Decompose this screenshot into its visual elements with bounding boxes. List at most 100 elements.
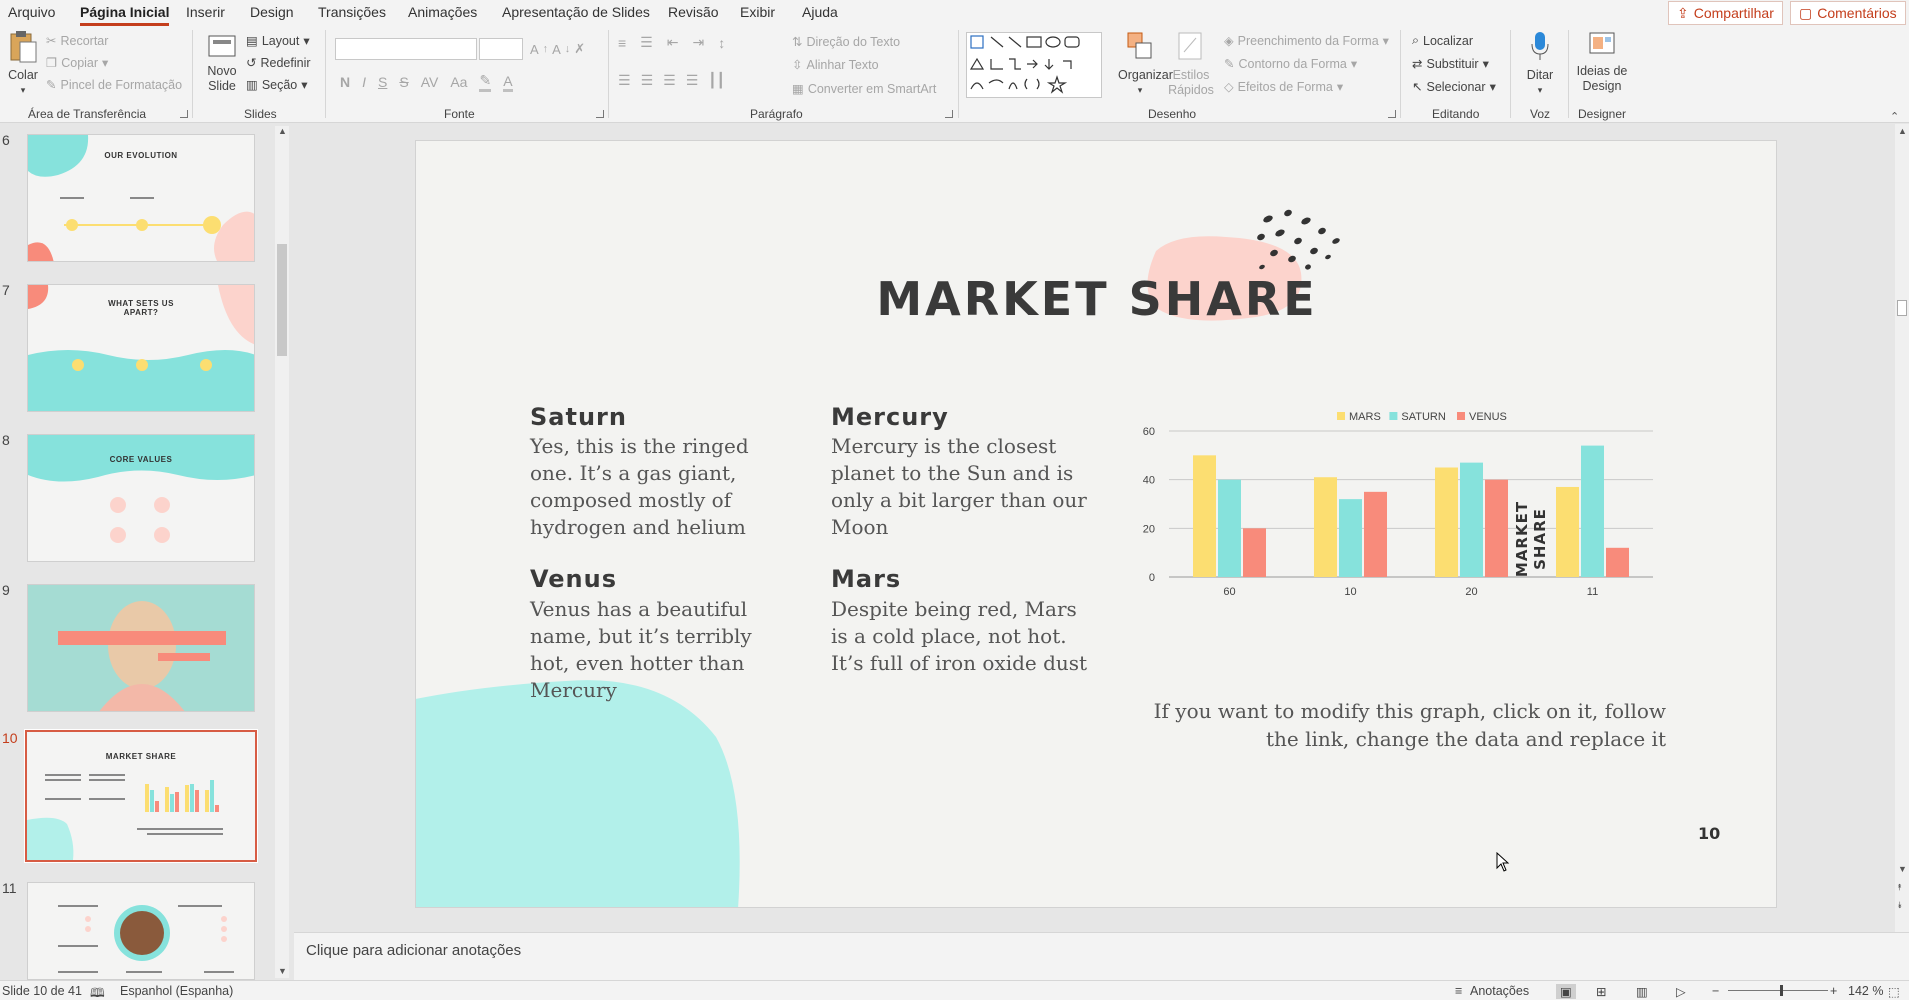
notes-pane[interactable]: Clique para adicionar anotações (294, 932, 1909, 980)
tab-insert[interactable]: Inserir (186, 4, 225, 20)
saturn-heading[interactable]: Saturn (530, 403, 627, 431)
chart-note[interactable]: If you want to modify this graph, click … (1146, 697, 1666, 753)
slideshow-icon[interactable]: ▷ (1676, 984, 1686, 999)
normal-view-icon[interactable]: ▣ (1556, 984, 1576, 999)
drawing-launcher-icon[interactable] (1388, 110, 1396, 118)
clipboard-launcher-icon[interactable] (180, 110, 188, 118)
highlight-icon[interactable]: ✎ (479, 72, 492, 92)
shape-outline-button[interactable]: ✎ Contorno da Forma ▾ (1224, 56, 1357, 72)
spellcheck-icon[interactable]: 🕮 (90, 984, 105, 1000)
tab-file[interactable]: Arquivo (8, 4, 55, 20)
underline-button[interactable]: S (378, 74, 387, 90)
shape-fill-button[interactable]: ◈ Preenchimento da Forma ▾ (1224, 33, 1389, 49)
format-painter-button[interactable]: ✎ Pincel de Formatação (46, 77, 182, 93)
numbering-icon[interactable]: ☰ (640, 34, 653, 51)
strike-button[interactable]: S (399, 74, 408, 90)
thumbnail-slide-8[interactable]: CORE VALUES (27, 434, 255, 562)
font-launcher-icon[interactable] (596, 110, 604, 118)
zoom-level[interactable]: 142 % (1848, 984, 1883, 998)
scroll-thumb[interactable] (1897, 300, 1907, 316)
tab-animations[interactable]: Animações (408, 4, 477, 20)
reset-button[interactable]: ↺ Redefinir (246, 55, 311, 71)
venus-heading[interactable]: Venus (530, 565, 617, 593)
paragraph-launcher-icon[interactable] (945, 110, 953, 118)
collapse-ribbon-icon[interactable]: ⌃ (1890, 110, 1899, 123)
zoom-slider-thumb[interactable] (1780, 985, 1783, 996)
align-left-icon[interactable]: ☰ (618, 72, 631, 89)
font-name-box[interactable] (335, 38, 477, 60)
dictate-button[interactable]: Ditar ▾ (1520, 30, 1560, 98)
zoom-out-icon[interactable]: − (1712, 984, 1719, 998)
share-button[interactable]: ⇪ Compartilhar (1668, 1, 1783, 25)
shapes-gallery[interactable] (966, 32, 1102, 98)
new-slide-button[interactable]: Novo Slide (202, 32, 242, 94)
venus-text[interactable]: Venus has a beautiful name, but it’s ter… (530, 596, 790, 704)
font-grow-shrink[interactable]: A ↑ A ↓ ✗ (530, 41, 585, 57)
line-spacing-icon[interactable]: ↕ (718, 35, 725, 51)
thumbnail-slide-6[interactable]: OUR EVOLUTION (27, 134, 255, 262)
design-ideas-button[interactable]: Ideias de Design (1574, 30, 1630, 94)
mars-text[interactable]: Despite being red, Mars is a cold place,… (831, 596, 1091, 677)
indent-decrease-icon[interactable]: ⇤ (667, 34, 679, 51)
text-direction-button[interactable]: ⇅ Direção do Texto (792, 34, 900, 50)
slide-sorter-icon[interactable]: ⊞ (1596, 984, 1606, 999)
shape-effects-button[interactable]: ◇ Efeitos de Forma ▾ (1224, 79, 1343, 95)
bullets-icon[interactable]: ≡ (618, 35, 626, 51)
zoom-slider[interactable] (1728, 990, 1828, 991)
font-size-box[interactable] (479, 38, 523, 60)
notes-placeholder[interactable]: Clique para adicionar anotações (306, 942, 521, 959)
bold-button[interactable]: N (340, 74, 350, 90)
align-right-icon[interactable]: ☰ (663, 72, 676, 89)
comments-button[interactable]: ▢ Comentários (1790, 1, 1906, 25)
align-text-button[interactable]: ⇳ Alinhar Texto (792, 57, 879, 73)
tab-design[interactable]: Design (250, 4, 294, 20)
font-color-icon[interactable]: A (503, 73, 513, 92)
tab-transitions[interactable]: Transições (318, 4, 386, 20)
thumbnail-slide-10[interactable]: MARKET SHARE (24, 729, 258, 863)
language-indicator[interactable]: Espanhol (Espanha) (120, 984, 233, 998)
scroll-up-icon[interactable]: ▲ (278, 126, 287, 136)
mars-heading[interactable]: Mars (831, 565, 901, 593)
copy-button[interactable]: ❐ Copiar ▾ (46, 55, 108, 71)
thumbnail-slide-9[interactable] (27, 584, 255, 712)
next-slide-icon[interactable]: ⯯ (1897, 900, 1902, 911)
zoom-in-icon[interactable]: + (1830, 984, 1837, 998)
notes-toggle-button[interactable]: Anotações (1470, 984, 1529, 998)
section-button[interactable]: ▥ Seção ▾ (246, 77, 308, 93)
tab-home[interactable]: Página Inicial (80, 4, 170, 26)
scroll-up-icon[interactable]: ▲ (1898, 126, 1907, 136)
align-center-icon[interactable]: ☰ (641, 72, 654, 89)
columns-icon[interactable]: ┃┃ (708, 72, 725, 89)
quick-styles-button[interactable]: Estilos Rápidos (1166, 30, 1216, 98)
previous-slide-icon[interactable]: ⯭ (1897, 882, 1902, 893)
cut-button[interactable]: ✂ Recortar (46, 33, 108, 49)
slide-scrollbar[interactable]: ▲ ▼ ⯭ ⯯ (1895, 124, 1909, 932)
tab-view[interactable]: Exibir (740, 4, 775, 20)
saturn-text[interactable]: Yes, this is the ringed one. It’s a gas … (530, 433, 790, 541)
select-button[interactable]: ↖ Selecionar ▾ (1412, 79, 1496, 95)
scroll-thumb[interactable] (277, 244, 287, 356)
char-spacing-button[interactable]: AV (421, 74, 439, 90)
mercury-text[interactable]: Mercury is the closest planet to the Sun… (831, 433, 1091, 541)
paste-button[interactable]: Colar ▾ (4, 30, 42, 98)
scroll-down-icon[interactable]: ▼ (278, 966, 287, 976)
change-case-button[interactable]: Aa (450, 74, 467, 90)
replace-button[interactable]: ⇄ Substituir ▾ (1412, 56, 1489, 72)
slide-canvas[interactable]: MARKET SHARE Saturn Yes, this is the rin… (415, 140, 1777, 908)
arrange-button[interactable]: Organizar ▾ (1118, 30, 1173, 98)
market-share-chart[interactable]: 0 20 40 60 MARS SATURN VENUS 60 10 20 11 (1131, 391, 1661, 671)
fit-to-window-icon[interactable]: ⬚ (1888, 984, 1900, 999)
scroll-down-icon[interactable]: ▼ (1898, 864, 1907, 874)
indent-increase-icon[interactable]: ⇥ (692, 34, 704, 51)
thumbnail-slide-11[interactable] (27, 882, 255, 980)
layout-button[interactable]: ▤ Layout ▾ (246, 33, 310, 49)
tab-review[interactable]: Revisão (668, 4, 719, 20)
justify-icon[interactable]: ☰ (686, 72, 699, 89)
smartart-button[interactable]: ▦ Converter em SmartArt (792, 81, 936, 97)
thumbnail-slide-7[interactable]: WHAT SETS US APART? (27, 284, 255, 412)
mercury-heading[interactable]: Mercury (831, 403, 949, 431)
tab-help[interactable]: Ajuda (802, 4, 838, 20)
find-button[interactable]: ⌕ Localizar (1412, 33, 1473, 48)
tab-slideshow[interactable]: Apresentação de Slides (502, 4, 650, 20)
slide-title[interactable]: MARKET SHARE (416, 272, 1776, 326)
